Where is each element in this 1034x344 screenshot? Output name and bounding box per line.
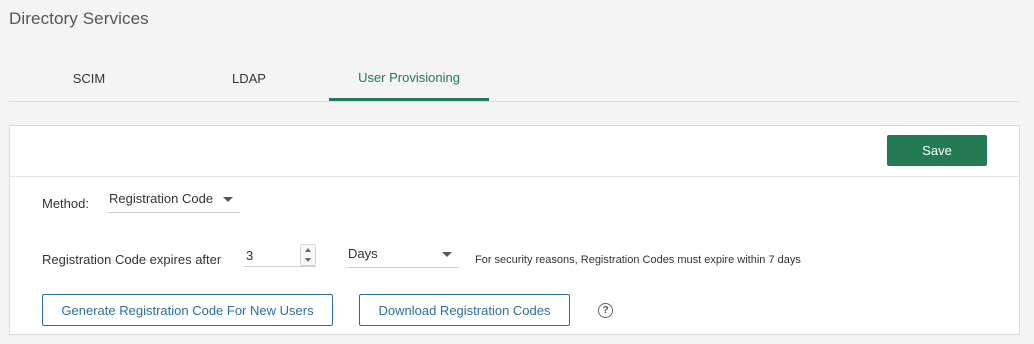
tab-bar: SCIM LDAP User Provisioning (9, 57, 1019, 102)
expiry-label: Registration Code expires after (42, 252, 222, 267)
expiry-stepper[interactable] (300, 244, 316, 266)
panel-header: Save (10, 126, 1019, 177)
page-title: Directory Services (9, 9, 149, 28)
generate-registration-code-button[interactable]: Generate Registration Code For New Users (42, 294, 333, 326)
chevron-down-icon (442, 252, 452, 257)
expiry-unit-value: Days (348, 246, 378, 261)
method-select-value: Registration Code (109, 191, 214, 206)
method-select[interactable]: Registration Code (108, 191, 240, 213)
tab-scim[interactable]: SCIM (9, 57, 169, 99)
provisioning-panel: Save Method: Registration Code Registrat… (9, 125, 1020, 335)
chevron-down-icon (223, 197, 233, 202)
expiry-note: For security reasons, Registration Codes… (475, 254, 801, 266)
download-registration-codes-button[interactable]: Download Registration Codes (359, 294, 570, 326)
help-icon[interactable]: ? (598, 303, 613, 318)
method-label: Method: (42, 196, 89, 211)
stepper-down-icon[interactable] (305, 258, 311, 262)
tab-user-provisioning[interactable]: User Provisioning (329, 57, 489, 101)
stepper-up-icon[interactable] (305, 248, 311, 252)
expiry-unit-select[interactable]: Days (347, 245, 459, 268)
save-button[interactable]: Save (887, 135, 987, 166)
tab-ldap[interactable]: LDAP (169, 57, 329, 99)
